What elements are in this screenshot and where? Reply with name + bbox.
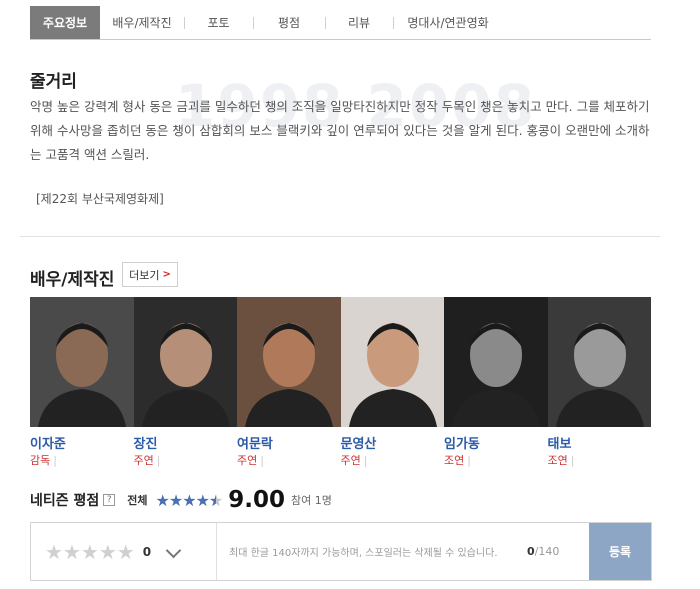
cast-photo[interactable]	[237, 297, 341, 427]
tab-rating[interactable]: 평점	[253, 6, 325, 39]
tab-main-info[interactable]: 주요정보	[30, 6, 100, 39]
more-label: 더보기	[129, 268, 160, 282]
star-icon: ★	[155, 490, 170, 510]
my-score: 0	[142, 544, 152, 559]
cast-name[interactable]: 여문락	[237, 433, 341, 452]
role-separator: |	[53, 454, 57, 467]
help-icon[interactable]: ?	[103, 494, 116, 506]
cast-role-label: 주연	[133, 454, 154, 467]
cast-role-label: 조연	[444, 454, 465, 467]
festival-tag: [제22회 부산국제영화제]	[36, 192, 164, 206]
cast-name[interactable]: 장진	[134, 433, 238, 452]
cast-photo[interactable]	[444, 297, 548, 427]
cast-name[interactable]: 문영산	[341, 433, 445, 452]
star-icon[interactable]: ★	[81, 540, 99, 564]
star-icon[interactable]: ★	[117, 540, 135, 564]
cast-role: 주연 |	[134, 452, 238, 468]
star-icon[interactable]: ★	[63, 540, 81, 564]
tab-photo[interactable]: 포토	[184, 6, 253, 39]
rating-stars: ★★★★★	[155, 490, 224, 510]
cast-section-title: 배우/제작진	[30, 270, 115, 290]
tab-quotes-related[interactable]: 명대사/연관영화	[393, 6, 503, 39]
cast-role: 주연 |	[341, 452, 445, 468]
char-count-current: 0	[527, 545, 535, 558]
cast-photo[interactable]	[30, 297, 134, 427]
role-separator: |	[467, 454, 471, 467]
role-separator: |	[363, 454, 368, 467]
star-icon: ★	[182, 490, 196, 510]
cast-role-label: 감독	[30, 454, 51, 467]
rating-score: 9.00	[228, 487, 285, 513]
char-count-max: /140	[534, 545, 560, 558]
cast-role: 주연 |	[237, 452, 341, 468]
chevron-right-icon: >	[162, 269, 171, 280]
role-separator: |	[260, 454, 264, 467]
cast-role-label: 조연	[547, 454, 568, 467]
review-input[interactable]: 최대 한글 140자까지 가능하며, 스포일러는 삭제될 수 있습니다.	[217, 523, 527, 580]
star-icon[interactable]: ★	[45, 540, 63, 564]
portrait-image	[38, 323, 126, 427]
cast-photo[interactable]	[133, 297, 237, 427]
synopsis-text: 악명 높은 강력계 형사 동은 금괴를 밀수하던 챙의 조직을 일망타진하지만 …	[30, 99, 650, 162]
chevron-down-icon[interactable]	[167, 545, 181, 559]
role-separator: |	[156, 454, 161, 467]
tab-review[interactable]: 리뷰	[325, 6, 393, 39]
portrait-image	[555, 323, 644, 427]
portrait-image	[452, 323, 540, 427]
cast-member[interactable]: 장진 주연 |	[133, 297, 238, 468]
rating-title: 네티즌 평점	[30, 493, 100, 509]
star-icon[interactable]: ★	[99, 540, 117, 564]
star-icon: ★	[195, 490, 210, 510]
half-star-icon: ★	[209, 491, 223, 510]
rating-count: 참여 1명	[291, 494, 332, 507]
char-counter: 0/140	[527, 523, 589, 580]
my-rating-selector[interactable]: ★ ★ ★ ★ ★ 0	[31, 523, 217, 580]
submit-review-button[interactable]: 등록	[589, 523, 651, 580]
rating-total-label: 전체	[127, 494, 148, 507]
cast-more-button[interactable]: 더보기 >	[122, 262, 178, 287]
role-separator: |	[570, 454, 575, 467]
cast-name[interactable]: 임가동	[444, 433, 548, 452]
cast-role: 조연 |	[444, 452, 548, 468]
cast-member[interactable]: 태보 조연 |	[547, 297, 652, 468]
cast-role: 조연 |	[548, 452, 652, 468]
portrait-image	[348, 323, 437, 427]
cast-role-label: 주연	[340, 454, 361, 467]
cast-name[interactable]: 태보	[548, 433, 652, 452]
cast-name[interactable]: 이자준	[30, 433, 134, 452]
cast-role-label: 주연	[237, 454, 258, 467]
cast-member[interactable]: 임가동 조연 |	[444, 297, 548, 468]
synopsis-title: 줄거리	[30, 72, 77, 92]
tab-bar: 주요정보 배우/제작진 포토 평점 리뷰 명대사/연관영화	[30, 6, 651, 40]
portrait-image	[141, 323, 230, 427]
section-divider	[20, 236, 660, 237]
cast-photo[interactable]	[547, 297, 651, 427]
cast-member[interactable]: 이자준 감독 |	[30, 297, 134, 468]
cast-photo[interactable]	[340, 297, 444, 427]
cast-role: 감독 |	[30, 452, 134, 468]
cast-member[interactable]: 여문락 주연 |	[237, 297, 341, 468]
portrait-image	[245, 323, 333, 427]
tab-cast-crew[interactable]: 배우/제작진	[100, 6, 184, 39]
cast-list: 이자준 감독 | 장진 주연 | 여문락 주연 | 문영산 주연 | 임가동 조연 | 태보 조연 |	[30, 297, 651, 468]
review-write-box: ★ ★ ★ ★ ★ 0 최대 한글 140자까지 가능하며, 스포일러는 삭제될…	[30, 522, 652, 581]
cast-member[interactable]: 문영산 주연 |	[340, 297, 445, 468]
netizen-rating: 네티즌 평점 ? 전체 ★★★★★ 9.00 참여 1명	[30, 487, 332, 513]
star-icon: ★	[168, 490, 183, 510]
